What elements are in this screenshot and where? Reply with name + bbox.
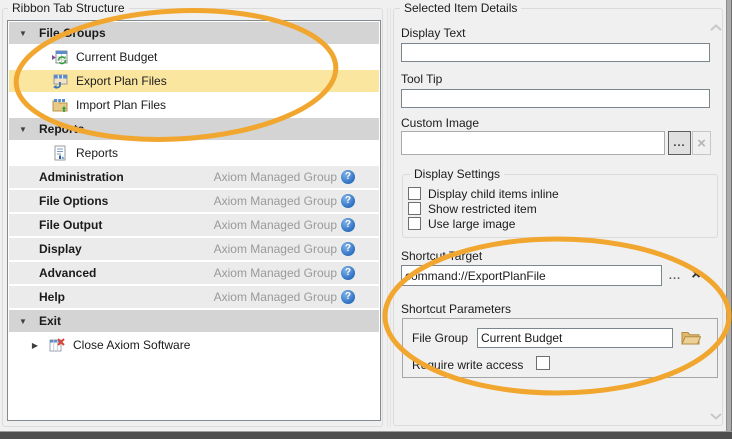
export-plan-files-icon — [52, 73, 68, 89]
tree-row-label: Administration — [39, 170, 124, 184]
tree-row-file-output[interactable]: File Output Axiom Managed Group ? — [9, 214, 379, 236]
ribbon-tab-structure-title: Ribbon Tab Structure — [8, 1, 129, 15]
selected-item-details-title: Selected Item Details — [400, 1, 521, 15]
use-large-image-label: Use large image — [428, 217, 515, 231]
display-text-label: Display Text — [401, 26, 465, 40]
show-restricted-item-checkbox[interactable] — [408, 202, 421, 215]
shortcut-target-clear-button[interactable]: × — [687, 264, 705, 286]
chevron-up-icon[interactable] — [710, 21, 722, 35]
help-icon[interactable]: ? — [341, 218, 355, 232]
tree-group-label: Exit — [39, 314, 61, 328]
tree-row-label: Advanced — [39, 266, 96, 280]
tree-item-label: Close Axiom Software — [73, 338, 190, 352]
shortcut-parameters-label: Shortcut Parameters — [401, 302, 511, 316]
tree-row-label: Help — [39, 290, 65, 304]
panel-splitter-line — [390, 8, 391, 427]
require-write-access-label: Require write access — [412, 358, 523, 372]
tree-item-label: Import Plan Files — [76, 98, 166, 112]
display-child-items-inline-checkbox[interactable] — [408, 187, 421, 200]
custom-image-clear-button[interactable]: × — [692, 131, 711, 155]
help-icon[interactable]: ? — [341, 242, 355, 256]
display-text-input[interactable] — [401, 43, 710, 62]
tree-item-label: Reports — [76, 146, 118, 160]
tree-item-label: Current Budget — [76, 50, 157, 64]
custom-image-label: Custom Image — [401, 116, 479, 130]
file-group-folder-icon[interactable] — [681, 330, 701, 349]
tree-group-file-groups[interactable]: ▼ File Groups — [9, 22, 379, 44]
current-budget-icon — [52, 49, 68, 65]
tree-row-label: File Output — [39, 218, 102, 232]
display-settings-title: Display Settings — [410, 167, 504, 181]
tree-row-advanced[interactable]: Advanced Axiom Managed Group ? — [9, 262, 379, 284]
help-icon[interactable]: ? — [341, 194, 355, 208]
help-icon[interactable]: ? — [341, 170, 355, 184]
shortcut-target-browse-button[interactable]: ... — [666, 268, 684, 284]
tree-row-label: File Options — [39, 194, 108, 208]
tree-item-current-budget[interactable]: Current Budget — [9, 46, 379, 68]
tree-row-file-options[interactable]: File Options Axiom Managed Group ? — [9, 190, 379, 212]
managed-group-badge: Axiom Managed Group — [214, 218, 337, 232]
help-icon[interactable]: ? — [341, 266, 355, 280]
expander-down-icon[interactable]: ▼ — [17, 317, 29, 326]
tree-item-close-axiom-software[interactable]: ▶ Close Axiom Software — [9, 334, 379, 356]
tree-item-reports[interactable]: Reports — [9, 142, 379, 164]
panel-splitter[interactable] — [387, 8, 388, 427]
tree-group-exit[interactable]: ▼ Exit — [9, 310, 379, 332]
tree-item-export-plan-files[interactable]: Export Plan Files — [9, 70, 379, 92]
expander-right-icon[interactable]: ▶ — [29, 341, 41, 350]
tree-item-label: Export Plan Files — [76, 74, 167, 88]
tree-row-display[interactable]: Display Axiom Managed Group ? — [9, 238, 379, 260]
file-group-input[interactable] — [477, 328, 673, 348]
tool-tip-input[interactable] — [401, 89, 710, 108]
use-large-image-checkbox[interactable] — [408, 217, 421, 230]
file-group-label: File Group — [412, 331, 468, 345]
window-bottom-border — [0, 431, 732, 439]
custom-image-input[interactable] — [401, 131, 665, 155]
managed-group-badge: Axiom Managed Group — [214, 170, 337, 184]
shortcut-target-label: Shortcut Target — [401, 249, 482, 263]
tree-group-reports[interactable]: ▼ Reports — [9, 118, 379, 140]
managed-group-badge: Axiom Managed Group — [214, 194, 337, 208]
tree-row-help[interactable]: Help Axiom Managed Group ? — [9, 286, 379, 308]
chevron-down-icon[interactable] — [710, 409, 722, 423]
report-icon — [52, 145, 68, 161]
tree-row-label: Display — [39, 242, 82, 256]
ribbon-tree: ▼ File Groups Current Budget — [7, 20, 381, 421]
tree-group-label: File Groups — [39, 26, 106, 40]
import-plan-files-icon — [52, 97, 68, 113]
shortcut-target-input[interactable] — [401, 265, 662, 286]
expander-down-icon[interactable]: ▼ — [17, 125, 29, 134]
window-right-border — [726, 0, 732, 439]
tool-tip-label: Tool Tip — [401, 72, 442, 86]
close-axiom-icon — [49, 337, 65, 353]
display-child-items-inline-label: Display child items inline — [428, 187, 559, 201]
managed-group-badge: Axiom Managed Group — [214, 266, 337, 280]
managed-group-badge: Axiom Managed Group — [214, 290, 337, 304]
tree-group-label: Reports — [39, 122, 84, 136]
require-write-access-checkbox[interactable] — [536, 356, 550, 370]
expander-down-icon[interactable]: ▼ — [17, 29, 29, 38]
help-icon[interactable]: ? — [341, 290, 355, 304]
managed-group-badge: Axiom Managed Group — [214, 242, 337, 256]
show-restricted-item-label: Show restricted item — [428, 202, 537, 216]
tree-item-import-plan-files[interactable]: Import Plan Files — [9, 94, 379, 116]
tree-row-administration[interactable]: Administration Axiom Managed Group ? — [9, 166, 379, 188]
custom-image-browse-button[interactable]: ... — [668, 131, 691, 155]
